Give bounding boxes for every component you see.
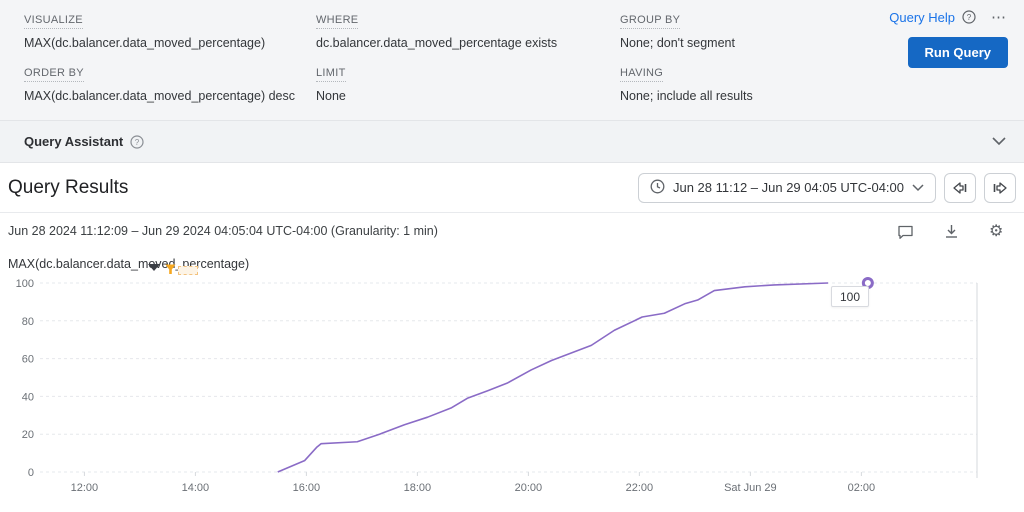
clause-value: dc.balancer.data_moved_percentage exists [316,36,620,50]
clock-icon [650,179,665,197]
chart-value-tooltip: 100 [831,286,869,307]
clause-visualize[interactable]: VISUALIZE MAX(dc.balancer.data_moved_per… [24,14,316,50]
clause-label: LIMIT [316,67,346,82]
query-assistant-bar[interactable]: Query Assistant ? [0,121,1024,163]
svg-text:0: 0 [28,467,34,479]
clause-value: None; include all results [620,89,910,103]
svg-text:?: ? [135,138,140,147]
results-header: Query Results Jun 28 11:12 – Jun 29 04:0… [0,163,1024,213]
gear-icon[interactable]: ⚙ [989,223,1006,240]
svg-text:40: 40 [22,391,34,403]
clause-value: None; don't segment [620,36,910,50]
svg-text:22:00: 22:00 [626,482,654,494]
clause-group-by[interactable]: GROUP BY None; don't segment [620,14,910,50]
query-help-link[interactable]: Query Help [889,10,955,25]
svg-text:16:00: 16:00 [293,482,321,494]
clause-label: HAVING [620,67,663,82]
clause-value: MAX(dc.balancer.data_moved_percentage) [24,36,316,50]
query-page: VISUALIZE MAX(dc.balancer.data_moved_per… [0,0,1024,512]
chevron-down-icon[interactable] [992,133,1006,151]
query-builder-panel: VISUALIZE MAX(dc.balancer.data_moved_per… [0,0,1024,121]
help-circle-icon[interactable]: ? [962,10,976,24]
svg-text:02:00: 02:00 [848,482,876,494]
run-query-button[interactable]: Run Query [908,37,1008,68]
query-assistant-title: Query Assistant [24,134,123,149]
svg-text:Sat Jun 29: Sat Jun 29 [724,482,777,494]
clause-label: GROUP BY [620,14,680,29]
clause-label: WHERE [316,14,358,29]
comment-icon[interactable] [897,223,914,240]
chart-canvas[interactable]: 0 20 40 60 80 100 12:00 14:00 16:00 18:00 20:00 22:… [0,262,1024,502]
results-chart[interactable]: MAX(dc.balancer.data_moved_percentage) 0… [0,249,1024,512]
time-range-selector[interactable]: Jun 28 11:12 – Jun 29 04:05 UTC-04:00 [638,173,936,203]
svg-text:20:00: 20:00 [515,482,543,494]
builder-actions: Query Help ? ⋯ Run Query [889,8,1008,68]
clause-value: None [316,89,620,103]
clause-value: MAX(dc.balancer.data_moved_percentage) d… [24,89,316,103]
svg-text:?: ? [967,13,972,22]
svg-text:14:00: 14:00 [182,482,210,494]
help-circle-icon: ? [130,135,144,149]
time-back-button[interactable] [944,173,976,203]
clause-label: VISUALIZE [24,14,83,29]
chevron-down-icon [912,180,924,195]
overflow-menu-icon[interactable]: ⋯ [991,8,1008,26]
time-forward-button[interactable] [984,173,1016,203]
svg-text:60: 60 [22,354,34,366]
clause-limit[interactable]: LIMIT None [316,67,620,103]
svg-text:20: 20 [22,429,34,441]
query-time-span-text: Jun 28 2024 11:12:09 – Jun 29 2024 04:05… [8,224,438,238]
clause-label: ORDER BY [24,67,84,82]
clause-grid: VISUALIZE MAX(dc.balancer.data_moved_per… [24,14,910,120]
svg-text:100: 100 [16,278,34,290]
clause-having[interactable]: HAVING None; include all results [620,67,910,103]
svg-text:18:00: 18:00 [404,482,432,494]
download-icon[interactable] [943,223,960,240]
clause-where[interactable]: WHERE dc.balancer.data_moved_percentage … [316,14,620,50]
results-meta-row: Jun 28 2024 11:12:09 – Jun 29 2024 04:05… [0,213,1024,249]
svg-text:12:00: 12:00 [71,482,99,494]
svg-text:80: 80 [22,316,34,328]
page-title: Query Results [8,177,128,199]
clause-order-by[interactable]: ORDER BY MAX(dc.balancer.data_moved_perc… [24,67,316,103]
time-range-label: Jun 28 11:12 – Jun 29 04:05 UTC-04:00 [673,180,904,195]
